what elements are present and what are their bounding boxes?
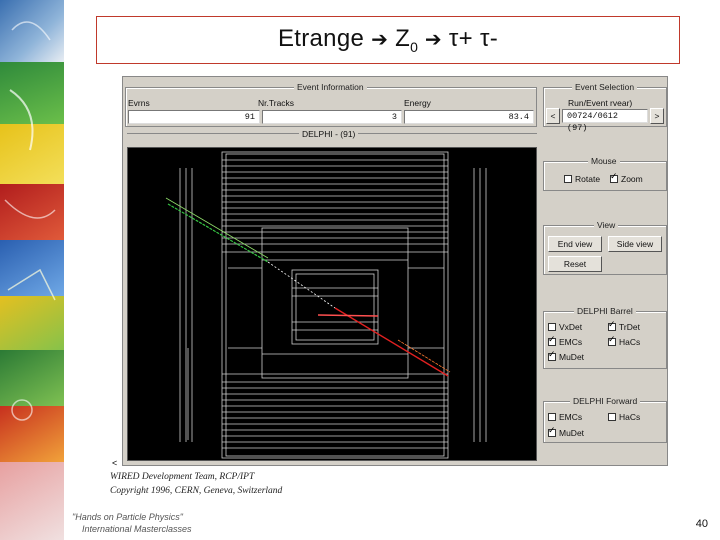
forward-emcs-box[interactable] — [548, 413, 556, 421]
green-track — [167, 203, 269, 263]
decorative-stripe — [0, 0, 64, 540]
event-selection-title: Event Selection — [572, 82, 638, 92]
detector-display[interactable] — [127, 147, 537, 461]
masterclass-logo-line1: "Hands on Particle Physics" — [72, 512, 183, 522]
zoom-box[interactable] — [610, 172, 618, 183]
forward-mudet-label: MuDet — [559, 428, 585, 438]
previous-event-button[interactable]: < — [546, 108, 560, 124]
side-view-button[interactable]: Side view — [608, 236, 662, 252]
red-short-track — [317, 314, 379, 317]
rotate-label: Rotate — [575, 174, 601, 184]
barrel-hacs-label: HaCs — [619, 337, 641, 347]
barrel-vxdet-checkbox[interactable]: VxDet — [548, 322, 582, 332]
barrel-mudet-box[interactable] — [548, 350, 556, 361]
red-track — [334, 307, 449, 377]
stripe-decoration-lines — [4, 21, 56, 421]
barrel-vxdet-label: VxDet — [559, 322, 583, 332]
mouse-group: Mouse Rotate Zoom — [543, 156, 667, 191]
barrel-emcs-checkbox[interactable]: EMCs — [548, 335, 583, 347]
masterclass-logo-line2: International Masterclasses — [82, 524, 192, 534]
events-label: Evrns — [128, 98, 150, 108]
tracks-label: Nr.Tracks — [258, 98, 295, 108]
zoom-label: Zoom — [621, 174, 643, 184]
orange-track — [397, 339, 451, 373]
forward-hacs-label: HaCs — [619, 412, 641, 422]
run-event-input[interactable]: 00724/0612 (97) — [562, 109, 648, 133]
energy-value: 83.4 — [404, 110, 534, 124]
title-subscript: 0 — [410, 38, 419, 55]
rotate-checkbox[interactable]: Rotate — [564, 174, 600, 184]
run-event-label: Run/Event rvear) — [568, 98, 633, 108]
detector-outlines — [179, 151, 487, 459]
title-box: Etrange ➔ Z0 ➔ τ+ τ- — [96, 16, 680, 64]
forward-hacs-checkbox[interactable]: HaCs — [608, 412, 640, 422]
delphi-barrel-title: DELPHI Barrel — [574, 306, 636, 316]
barrel-trdet-box[interactable] — [608, 320, 616, 331]
event-information-group: Event Information Evrns Nr.Tracks Energy… — [125, 82, 537, 127]
view-title: View — [594, 220, 619, 230]
events-value: 91 — [128, 110, 260, 124]
slide: Etrange ➔ Z0 ➔ τ+ τ- Event Information E… — [0, 0, 720, 540]
delphi-barrel-group: DELPHI Barrel VxDet TrDet EMCs HaCs MuDe… — [543, 306, 667, 369]
wired-event-display: Event Information Evrns Nr.Tracks Energy… — [122, 76, 668, 466]
zoom-checkbox[interactable]: Zoom — [610, 172, 643, 184]
forward-hacs-box[interactable] — [608, 413, 616, 421]
reset-button[interactable]: Reset — [548, 256, 602, 272]
title-part2: Z — [388, 25, 411, 53]
forward-mudet-checkbox[interactable]: MuDet — [548, 426, 585, 438]
detector-drawing — [165, 151, 487, 459]
barrel-trdet-checkbox[interactable]: TrDet — [608, 320, 640, 332]
barrel-hacs-checkbox[interactable]: HaCs — [608, 335, 641, 347]
delphi-forward-group: DELPHI Forward EMCs HaCs MuDet — [543, 396, 667, 443]
title-part1: Etrange — [277, 25, 372, 53]
energy-label: Energy — [404, 98, 431, 108]
barrel-vxdet-box[interactable] — [548, 323, 556, 331]
barrel-mudet-label: MuDet — [559, 352, 585, 362]
display-title: DELPHI - (91) — [299, 129, 359, 139]
white-track — [267, 261, 336, 309]
slide-title: Etrange ➔ Z0 ➔ τ+ τ- — [278, 25, 498, 55]
next-event-button[interactable]: > — [650, 108, 664, 124]
barrel-emcs-box[interactable] — [548, 335, 556, 346]
event-information-title: Event Information — [294, 82, 367, 92]
view-group: View End view Side view Reset — [543, 220, 667, 275]
barrel-hacs-box[interactable] — [608, 335, 616, 346]
green-track-outline — [165, 197, 269, 259]
dev-team-text: WIRED Development Team, RCP/IPT — [110, 472, 255, 482]
tracks-value: 3 — [262, 110, 402, 124]
forward-emcs-checkbox[interactable]: EMCs — [548, 412, 582, 422]
rotate-box[interactable] — [564, 175, 572, 183]
page-number: 40 — [695, 518, 708, 530]
forward-emcs-label: EMCs — [559, 412, 583, 422]
title-part3: τ+ τ- — [441, 25, 499, 53]
scroll-marker: < — [112, 458, 118, 468]
title-part3-arrow-icon: ➔ — [418, 27, 442, 52]
copyright-text: Copyright 1996, CERN, Geneva, Switzerlan… — [110, 486, 283, 496]
barrel-trdet-label: TrDet — [619, 322, 640, 332]
arrow-icon: ➔ — [371, 27, 389, 52]
forward-mudet-box[interactable] — [548, 426, 556, 437]
barrel-mudet-checkbox[interactable]: MuDet — [548, 350, 585, 362]
end-view-button[interactable]: End view — [548, 236, 602, 252]
mouse-title: Mouse — [588, 156, 620, 166]
event-selection-group: Event Selection Run/Event rvear) < 00724… — [543, 82, 667, 133]
barrel-emcs-label: EMCs — [559, 337, 583, 347]
delphi-forward-title: DELPHI Forward — [570, 396, 641, 406]
